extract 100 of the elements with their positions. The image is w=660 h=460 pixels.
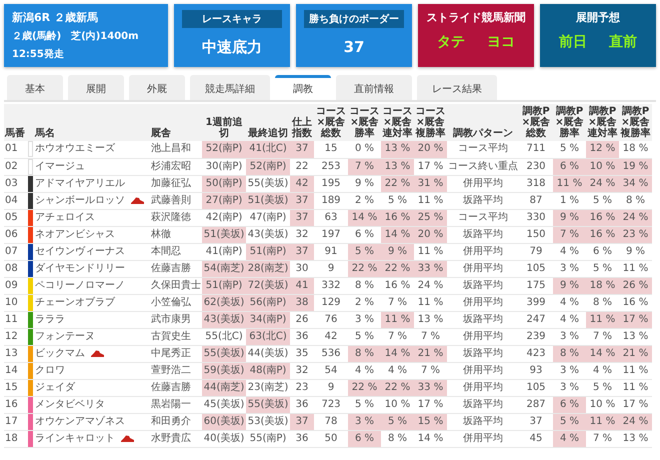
prediction-link[interactable]: 直前 (609, 33, 637, 51)
tab[interactable]: 基本 (7, 75, 63, 100)
table-cell: 72(美坂) (246, 277, 290, 294)
table-cell: 併用平均 (447, 243, 519, 260)
table-cell: 5 % (586, 379, 619, 396)
table-cell: 63 (314, 209, 348, 226)
horse-name[interactable]: シャンボールロッソ (35, 192, 125, 208)
table-cell: 332 (314, 277, 348, 294)
horse-number: 17 (4, 413, 28, 430)
trainer-name: 黒岩陽一 (150, 396, 202, 413)
table-cell: 175 (519, 277, 553, 294)
table-cell: 13 % (381, 158, 414, 175)
table-cell: 33 % (414, 260, 447, 277)
table-cell: 16 % (586, 209, 619, 226)
horse-number: 10 (4, 294, 28, 311)
table-cell: 6 % (348, 430, 381, 447)
horse-name[interactable]: イマージュ (35, 158, 85, 174)
table-cell: 22 % (381, 175, 414, 192)
horse-name[interactable]: ダイヤモンドリリー (35, 260, 125, 276)
horse-name[interactable]: セイウンヴィーナス (35, 244, 125, 260)
trainer-name: 久保田貴士 (150, 277, 202, 294)
table-cell: 4 % (553, 311, 586, 328)
tab[interactable]: レース結果 (417, 75, 497, 100)
table-cell: 62(美坂) (202, 294, 246, 311)
column-header: コース×厩舎複勝率 (414, 104, 447, 141)
table-cell: 13 % (619, 328, 652, 345)
table-cell: 63(北C) (246, 328, 290, 345)
horse-number: 06 (4, 226, 28, 243)
horse-name[interactable]: ラインキャロット (35, 430, 115, 446)
prediction-link[interactable]: 前日 (559, 33, 587, 51)
table-cell: 32 (290, 226, 314, 243)
table-cell: 60(美坂) (202, 413, 246, 430)
table-cell: 8 % (348, 277, 381, 294)
table-cell: 5 % (553, 141, 586, 158)
tab[interactable]: 展開 (68, 75, 124, 100)
table-cell: 6 % (553, 396, 586, 413)
table-cell: 51(南P) (202, 277, 246, 294)
table-cell: 12 % (586, 141, 619, 158)
table-cell: 37 (290, 209, 314, 226)
horse-name[interactable]: ネオアンビシャス (35, 226, 115, 242)
table-cell: 22 % (348, 379, 381, 396)
start-time: 12:55発走 (12, 48, 64, 61)
table-cell: 43(美坂) (202, 311, 246, 328)
table-cell: 34 % (619, 175, 652, 192)
race-detail: 芝(内)1400m (71, 30, 139, 43)
horse-name[interactable]: クロワ (35, 362, 65, 378)
table-cell: 15 % (414, 413, 447, 430)
horse-name[interactable]: チェーンオブラブ (35, 294, 115, 310)
horse-name[interactable]: オウケンアマゾネス (35, 414, 125, 430)
horse-name[interactable]: アチェロイス (35, 210, 95, 226)
table-cell: 30(南P) (202, 158, 246, 175)
table-cell: 42 (290, 175, 314, 192)
horse-name[interactable]: ビックマム (35, 346, 85, 362)
table-cell: 27(南P) (202, 192, 246, 209)
table-cell: 50 (314, 430, 348, 447)
column-header: コース×厩舎総数 (314, 104, 348, 141)
horse-number: 15 (4, 379, 28, 396)
column-header: 調教パターン (447, 104, 519, 141)
table-cell: 47(南P) (246, 209, 290, 226)
horse-number: 13 (4, 345, 28, 362)
table-cell: 41(南P) (202, 243, 246, 260)
table-cell: 711 (519, 141, 553, 158)
table-cell: 247 (519, 311, 553, 328)
table-cell: 16 % (586, 226, 619, 243)
table-cell: 55(美坂) (246, 175, 290, 192)
table-cell: 15 (314, 141, 348, 158)
table-cell: 51(美坂) (202, 226, 246, 243)
table-cell: 24 % (619, 209, 652, 226)
horse-name[interactable]: アドマイヤアリエル (35, 176, 125, 192)
card-title: ストライド競馬新聞 (426, 10, 526, 25)
trainer-name: 加藤征弘 (150, 175, 202, 192)
tab[interactable]: 競走馬詳細 (190, 75, 270, 100)
table-cell: 11 % (414, 294, 447, 311)
table-cell: 55(美坂) (246, 396, 290, 413)
race-detail: ２歳(馬齢) (12, 30, 62, 43)
table-cell: 坂路平均 (447, 192, 519, 209)
horse-name[interactable]: ペコリーノロマーノ (35, 278, 125, 294)
trainer-name: 佐藤吉勝 (150, 260, 202, 277)
horse-name[interactable]: ホウオウエミーズ (35, 141, 115, 158)
table-cell: 87 (519, 192, 553, 209)
table-cell: 20 % (414, 226, 447, 243)
table-cell: 25 % (414, 209, 447, 226)
table-cell: 併用平均 (447, 175, 519, 192)
table-cell: 36 (290, 396, 314, 413)
tab[interactable]: 外厩 (129, 75, 185, 100)
table-cell: 11 % (414, 243, 447, 260)
table-cell: 45(美坂) (202, 396, 246, 413)
horse-name[interactable]: ラララ (35, 312, 65, 328)
tab[interactable]: 直前情報 (336, 75, 412, 100)
prediction-link[interactable]: タテ (437, 33, 465, 51)
table-cell: 17 % (414, 396, 447, 413)
table-cell: 45 (519, 430, 553, 447)
horse-name[interactable]: ジェイダ (35, 380, 75, 396)
table-cell: 併用平均 (447, 362, 519, 379)
table-cell: 253 (314, 158, 348, 175)
table-cell: 1 % (553, 192, 586, 209)
prediction-link[interactable]: ヨコ (487, 33, 515, 51)
horse-name[interactable]: フォンテーヌ (35, 328, 95, 344)
horse-name[interactable]: メンタビベリタ (35, 396, 105, 412)
metric-value: 37 (344, 38, 364, 56)
